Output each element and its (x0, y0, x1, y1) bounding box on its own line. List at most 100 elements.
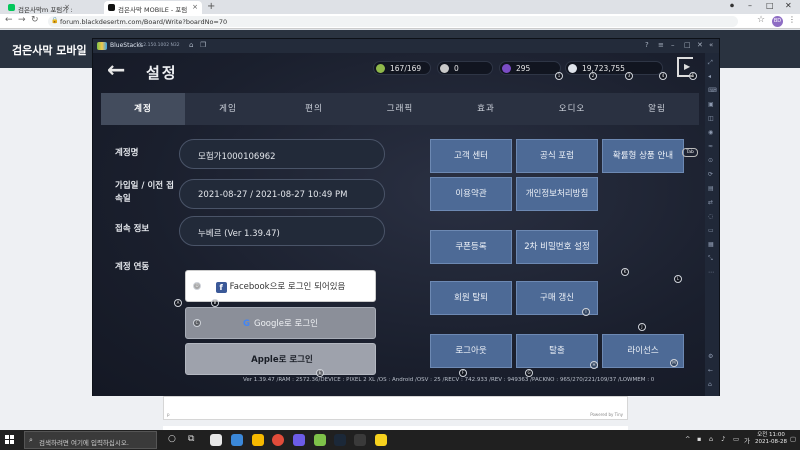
back-icon[interactable]: ← (708, 367, 713, 374)
back-arrow-icon[interactable]: ← (107, 58, 125, 83)
privacy-policy-button[interactable]: 개인정보처리방침 (516, 177, 598, 211)
apple-login-button[interactable]: Apple로 로그인 (185, 343, 376, 375)
menu-kebab-icon[interactable]: ⋮ (788, 15, 796, 24)
kakaotalk-icon[interactable] (375, 434, 387, 446)
rotate-icon[interactable]: ⟳ (708, 171, 713, 178)
hint-marker: 1 (555, 72, 563, 80)
second-password-button[interactable]: 2차 비밀번호 설정 (516, 230, 598, 264)
record-icon[interactable]: ◉ (708, 129, 713, 136)
new-tab-button[interactable]: + (207, 1, 215, 12)
connection-field: 누베르 (Ver 1.39.47) (179, 216, 385, 246)
steam-icon[interactable] (334, 434, 346, 446)
folder-icon[interactable] (252, 434, 264, 446)
apk-icon[interactable]: ▦ (708, 241, 714, 248)
record-icon[interactable]: ⏺ (730, 1, 734, 11)
close-icon[interactable]: ✕ (697, 41, 703, 49)
withdraw-button[interactable]: 회원 탈퇴 (430, 281, 512, 315)
location-icon[interactable]: ⊙ (708, 157, 713, 164)
sync-icon[interactable]: ⇄ (708, 199, 713, 206)
expand-sidebar-icon[interactable]: « (709, 41, 713, 49)
bookmark-star-icon[interactable]: ☆ (757, 15, 765, 25)
multi-instance-icon[interactable]: ❐ (200, 41, 206, 49)
editor-area[interactable]: p Powered by Tiny (163, 396, 628, 420)
menu-icon[interactable]: ≡ (658, 41, 664, 49)
volume-icon[interactable]: ◂ (708, 73, 711, 80)
volume-icon[interactable]: ♪ (721, 435, 725, 443)
hint-marker: K (621, 268, 629, 276)
network-icon[interactable]: ⌂ (709, 435, 713, 443)
tab-graphics[interactable]: 그래픽 (357, 93, 443, 125)
black-pearl-icon (502, 64, 511, 73)
maximize-icon[interactable]: □ (684, 41, 691, 49)
minimize-icon[interactable]: – (748, 1, 752, 10)
app-icon[interactable] (293, 434, 305, 446)
ime-icon[interactable]: 가 (744, 435, 750, 445)
google-login-button[interactable]: G Google로 로그인 (185, 307, 376, 339)
tab-effects[interactable]: 효과 (443, 93, 529, 125)
site-logo[interactable]: 검은사막 모바일 (12, 42, 87, 58)
bluestacks-version: 5.2.150.1002 N32 (139, 43, 180, 48)
chrome-icon[interactable] (272, 434, 284, 446)
tab-audio[interactable]: 오디오 (529, 93, 615, 125)
maximize-icon[interactable]: □ (766, 1, 774, 10)
hint-marker: H (590, 361, 598, 369)
resource-value: 167/169 (390, 64, 422, 73)
shake-icon[interactable]: ≈ (708, 143, 713, 150)
back-icon[interactable]: ← (5, 15, 13, 25)
gamepad-icon[interactable]: ▣ (708, 101, 714, 108)
tab-convenience[interactable]: 편의 (271, 93, 357, 125)
folder-icon[interactable]: ▭ (708, 227, 714, 234)
battery-icon[interactable]: ▭ (733, 435, 739, 443)
keymap-icon[interactable]: ⌨ (708, 87, 717, 94)
coupon-button[interactable]: 쿠폰등록 (430, 230, 512, 264)
close-icon[interactable]: × (192, 3, 198, 11)
file-explorer-icon[interactable] (210, 434, 222, 446)
logout-button[interactable]: 로그아웃 (430, 334, 512, 368)
join-date-field: 2021-08-27 / 2021-08-27 10:49 PM (179, 179, 385, 209)
tab-notifications[interactable]: 알림 (615, 93, 699, 125)
fullscreen-icon[interactable]: ⤢ (708, 59, 713, 67)
join-date-label: 가입일 / 이전 접속일 (115, 181, 174, 204)
tray-chevron-icon[interactable]: ^ (685, 435, 690, 443)
home-icon[interactable]: ⌂ (189, 41, 193, 49)
home-nav-icon[interactable]: ⌂ (708, 381, 712, 388)
tray-app-icon[interactable]: ▪ (697, 435, 701, 443)
taskbar-search-input[interactable]: ⌕ 검색하려면 여기에 입력하십시오. (24, 431, 157, 449)
help-icon[interactable]: ? (645, 41, 649, 49)
resource-silver-coin: 0 (437, 61, 493, 75)
tab-game[interactable]: 게임 (185, 93, 271, 125)
notification-icon[interactable]: ▢ (790, 435, 796, 443)
customer-center-button[interactable]: 고객 센터 (430, 139, 512, 173)
close-window-icon[interactable]: ✕ (785, 1, 792, 10)
escape-button[interactable]: 탈출 (516, 334, 598, 368)
tab-account[interactable]: 계정 (101, 93, 185, 125)
settings-gear-icon[interactable]: ⚙ (708, 353, 713, 360)
forward-icon[interactable]: → (18, 15, 26, 25)
more-icon[interactable]: ⋯ (708, 269, 714, 276)
cortana-icon[interactable]: ○ (168, 434, 180, 446)
bluestacks-sidebar: ⤢ ◂ ⌨ ▣ ◫ ◉ ≈ ⊙ ⟳ ▤ ⇄ ◌ ▭ ▦ ⤡ ⋯ ⚙ ← ⌂ (705, 53, 719, 396)
game-icon[interactable] (354, 434, 366, 446)
edge-icon[interactable] (231, 434, 243, 446)
browser-tab-naver[interactable]: 검은사막m 포럼가 : 네이버 블로그 × (4, 1, 74, 14)
reload-icon[interactable]: ↻ (31, 15, 39, 25)
screenshot-icon[interactable]: ◫ (708, 115, 714, 122)
profile-avatar[interactable]: BD (772, 16, 783, 27)
search-icon: ⌕ (29, 436, 33, 444)
task-view-icon[interactable]: ⧉ (188, 434, 200, 446)
windows-start-icon[interactable] (5, 435, 15, 445)
minimize-icon[interactable]: – (671, 41, 675, 49)
official-forum-button[interactable]: 공식 포럼 (516, 139, 598, 173)
url-field[interactable]: 🔒 forum.blackdesertm.com/Board/Write?boa… (48, 16, 738, 27)
browser-tab-forum[interactable]: 검은사막 MOBILE - 포럼 × (104, 1, 202, 14)
terms-button[interactable]: 이용약관 (430, 177, 512, 211)
bluestacks-icon[interactable] (314, 434, 326, 446)
taskbar-clock[interactable]: 오전 11:00 2021-08-28 (755, 432, 787, 446)
macro-icon[interactable]: ▤ (708, 185, 714, 192)
naver-icon (8, 4, 15, 11)
facebook-login-button[interactable]: f Facebook으로 로그인 되어있음 (185, 270, 376, 302)
resize-icon[interactable]: ⤡ (708, 255, 713, 263)
eco-icon[interactable]: ◌ (708, 213, 713, 220)
probability-info-button[interactable]: 확률형 상품 안내 (602, 139, 684, 173)
close-icon[interactable]: × (64, 3, 70, 11)
